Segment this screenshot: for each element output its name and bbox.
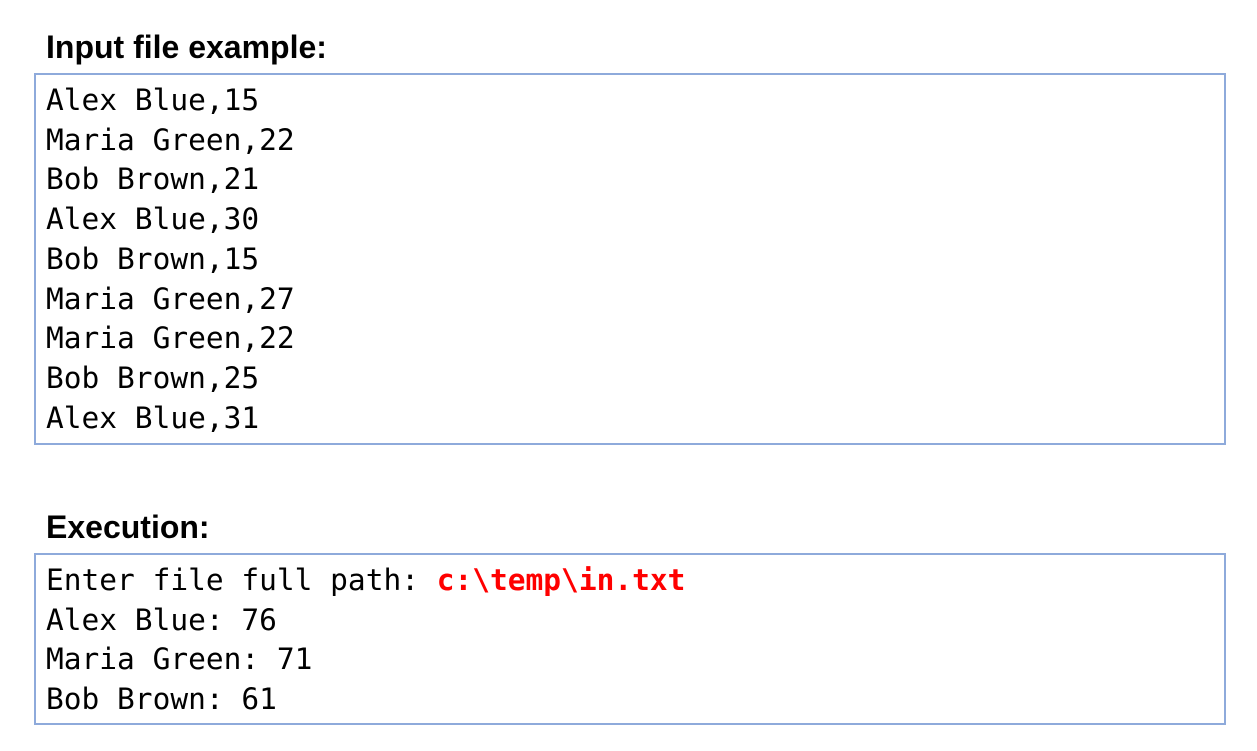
- prompt-text: Enter file full path:: [46, 563, 437, 597]
- input-line: Bob Brown,15: [46, 241, 260, 276]
- output-line: Bob Brown: 61: [46, 682, 277, 717]
- input-line: Maria Green,27: [46, 281, 295, 316]
- input-line: Bob Brown,21: [46, 162, 260, 197]
- output-line: Maria Green: 71: [46, 642, 313, 677]
- input-line: Maria Green,22: [46, 122, 295, 157]
- user-input-path: c:\temp\in.txt: [436, 563, 686, 597]
- execution-heading: Execution:: [46, 509, 210, 545]
- execution-console-box: Enter file full path: c:\temp\in.txt Ale…: [34, 553, 1226, 725]
- input-file-example-heading: Input file example:: [46, 29, 327, 65]
- input-line: Alex Blue,30: [46, 202, 260, 237]
- prompt-line: Enter file full path: c:\temp\in.txt: [36, 561, 1224, 601]
- input-file-code-box: Alex Blue,15 Maria Green,22 Bob Brown,21…: [34, 73, 1226, 445]
- input-line: Bob Brown,25: [46, 360, 260, 395]
- input-line: Maria Green,22: [46, 321, 295, 356]
- output-line: Alex Blue: 76: [46, 602, 277, 637]
- input-line: Alex Blue,31: [46, 400, 260, 435]
- input-line: Alex Blue,15: [46, 83, 260, 117]
